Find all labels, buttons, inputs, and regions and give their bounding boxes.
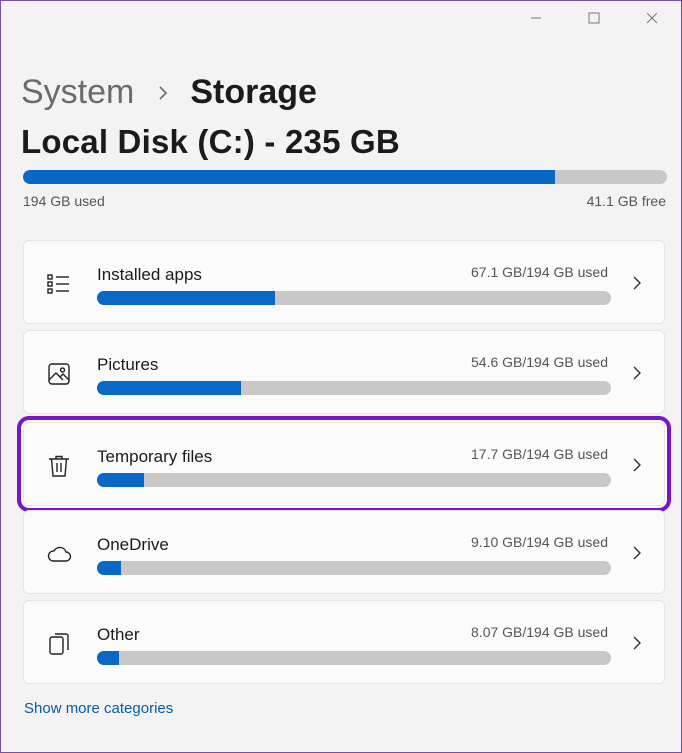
category-usage-bar-fill bbox=[97, 561, 122, 575]
disk-used-label: 194 GB used bbox=[23, 193, 105, 209]
maximize-icon bbox=[588, 12, 600, 24]
settings-window: System Storage Local Disk (C:) - 235 GB … bbox=[0, 0, 682, 753]
category-usage-bar bbox=[97, 473, 611, 487]
cloud-icon bbox=[46, 541, 72, 567]
category-usage: 67.1 GB/194 GB used bbox=[471, 264, 608, 280]
trash-icon bbox=[46, 453, 72, 479]
category-usage-bar bbox=[97, 561, 611, 575]
category-label: Temporary files bbox=[97, 447, 213, 466]
category-temporary-files[interactable]: Temporary files 17.7 GB/194 GB used bbox=[23, 422, 665, 506]
chevron-right-icon bbox=[632, 457, 642, 478]
image-icon bbox=[46, 361, 72, 387]
category-other[interactable]: Other 8.07 GB/194 GB used bbox=[23, 600, 665, 684]
chevron-right-icon bbox=[158, 85, 168, 101]
disk-usage-bar bbox=[23, 170, 667, 184]
category-usage-bar bbox=[97, 381, 611, 395]
category-installed-apps[interactable]: Installed apps 67.1 GB/194 GB used bbox=[23, 240, 665, 324]
show-more-categories-link[interactable]: Show more categories bbox=[24, 700, 173, 717]
category-usage: 9.10 GB/194 GB used bbox=[471, 534, 608, 550]
chevron-right-icon bbox=[632, 635, 642, 656]
category-label: Pictures bbox=[97, 355, 159, 374]
chevron-right-icon bbox=[632, 275, 642, 296]
chevron-right-icon bbox=[632, 545, 642, 566]
disk-free-label: 41.1 GB free bbox=[586, 193, 666, 209]
category-usage: 17.7 GB/194 GB used bbox=[471, 446, 608, 462]
close-button[interactable] bbox=[623, 1, 681, 35]
list-icon bbox=[46, 271, 72, 297]
chevron-right-icon bbox=[632, 365, 642, 386]
category-usage-bar bbox=[97, 291, 611, 305]
category-usage-bar-fill bbox=[97, 651, 119, 665]
category-usage-bar-fill bbox=[97, 473, 144, 487]
window-controls bbox=[507, 1, 681, 35]
disk-title: Local Disk (C:) - 235 GB bbox=[21, 123, 400, 160]
category-usage-bar bbox=[97, 651, 611, 665]
category-label: OneDrive bbox=[97, 535, 169, 554]
category-usage: 54.6 GB/194 GB used bbox=[471, 354, 608, 370]
category-usage-bar-fill bbox=[97, 291, 275, 305]
minimize-icon bbox=[531, 17, 541, 19]
category-label: Other bbox=[97, 625, 140, 644]
files-icon bbox=[46, 631, 72, 657]
category-label: Installed apps bbox=[97, 265, 202, 284]
category-usage: 8.07 GB/194 GB used bbox=[471, 624, 608, 640]
breadcrumb-system[interactable]: System bbox=[21, 73, 134, 112]
maximize-button[interactable] bbox=[565, 1, 623, 35]
category-usage-bar-fill bbox=[97, 381, 242, 395]
category-onedrive[interactable]: OneDrive 9.10 GB/194 GB used bbox=[23, 510, 665, 594]
category-pictures[interactable]: Pictures 54.6 GB/194 GB used bbox=[23, 330, 665, 414]
close-icon bbox=[646, 12, 658, 24]
minimize-button[interactable] bbox=[507, 1, 565, 35]
breadcrumb: System Storage bbox=[21, 73, 317, 112]
disk-usage-bar-fill bbox=[23, 170, 555, 184]
breadcrumb-storage: Storage bbox=[190, 73, 317, 111]
